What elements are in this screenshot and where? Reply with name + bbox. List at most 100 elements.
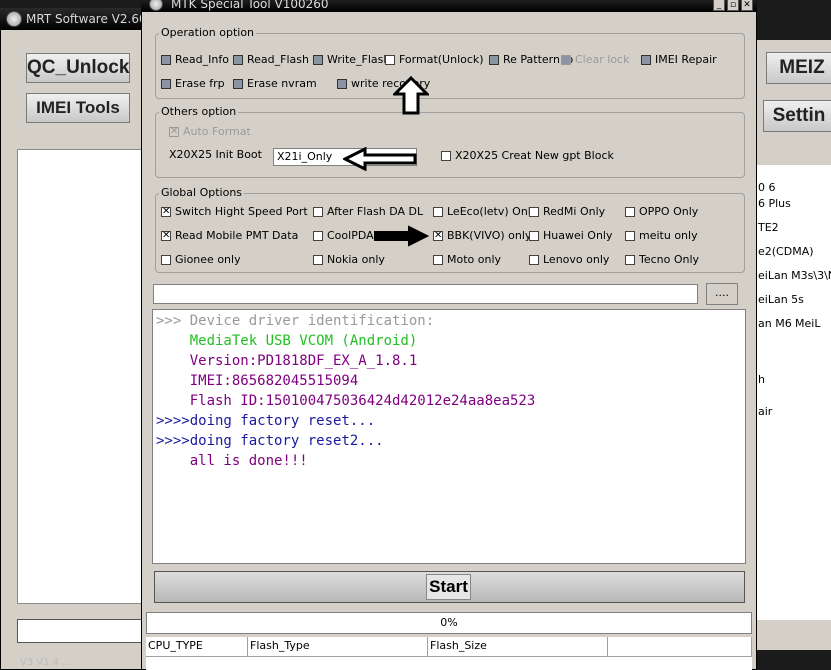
coolpda-checkbox[interactable]: CoolPDA [313, 229, 374, 242]
checkbox-label: Gionee only [175, 253, 241, 266]
checkbox-icon [385, 54, 395, 65]
meitu-only-checkbox[interactable]: meitu only [625, 229, 698, 242]
up-arrow-annotation-icon [393, 76, 429, 115]
model-item: MeiL [795, 317, 821, 330]
checkbox-label: Moto only [447, 253, 502, 266]
checkbox-label: RedMi Only [543, 205, 606, 218]
browse-button[interactable]: .... [706, 283, 738, 305]
log-line: >>>>doing factory reset2... [156, 433, 384, 449]
checkbox-icon [625, 254, 635, 265]
moto-only-checkbox[interactable]: Moto only [433, 253, 501, 266]
checkbox-label: meitu only [639, 229, 698, 242]
checkbox-icon [433, 206, 443, 217]
checkbox-label: Nokia only [327, 253, 385, 266]
checkbox-icon [337, 78, 347, 89]
maximize-icon[interactable]: ▫ [727, 0, 739, 11]
checkbox-label: Write_Flash [327, 53, 391, 66]
checkbox-icon [625, 206, 635, 217]
group-label: Others option [159, 105, 239, 118]
erase-frp-checkbox[interactable]: Erase frp [161, 77, 225, 90]
checkbox-icon [233, 54, 243, 65]
checkbox-label: IMEI Repair [655, 53, 717, 66]
read-flash-checkbox[interactable]: Read_Flash [233, 53, 309, 66]
log-line: Flash ID:150100475036424d42012e24aa8ea52… [156, 393, 536, 409]
checkbox-label: Huawei Only [543, 229, 613, 242]
checkbox-icon [529, 254, 539, 265]
background-titlebar: MRT Software V2.60 [0, 8, 160, 30]
left-arrow-annotation-icon [343, 147, 417, 171]
checkbox-label: X20X25 Creat New gpt Block [455, 149, 614, 162]
imei-tools-button[interactable]: IMEI Tools [26, 93, 130, 123]
checkbox-label: Read_Info [175, 53, 229, 66]
imei-repair-checkbox[interactable]: IMEI Repair [641, 53, 717, 66]
checkbox-icon [313, 54, 323, 65]
nokia-only-checkbox[interactable]: Nokia only [313, 253, 385, 266]
app-icon [6, 11, 22, 27]
checkbox-label: CoolPDA [327, 229, 374, 242]
table-header-cpu-type[interactable]: CPU_TYPE [146, 637, 248, 657]
model-item: 6 Plus [758, 197, 791, 210]
checkbox-icon [489, 54, 499, 65]
group-label: Operation option [159, 26, 257, 39]
checkbox-label: Clear lock [575, 53, 630, 66]
minimize-icon[interactable]: _ [713, 0, 725, 11]
others-option-group: Others option [155, 105, 745, 178]
meizu-button[interactable]: MEIZ [766, 52, 831, 84]
checkbox-icon [625, 230, 635, 241]
checkbox-icon [161, 205, 171, 219]
log-line: Version:PD1818DF_EX_A_1.8.1 [156, 353, 418, 369]
table-header-empty[interactable] [608, 637, 752, 657]
model-item: eiLan 5s [758, 293, 804, 306]
checkbox-label: BBK(VIVO) only [447, 229, 532, 242]
start-button-label[interactable]: Start [426, 574, 471, 600]
write-flash-checkbox[interactable]: Write_Flash [313, 53, 390, 66]
checkbox-icon [441, 150, 451, 161]
checkbox-label: Switch Hight Speed Port [175, 205, 308, 218]
switch-high-speed-checkbox[interactable]: Switch Hight Speed Port [161, 205, 308, 219]
qc-unlock-button[interactable]: QC_Unlock [26, 53, 130, 83]
read-pmt-checkbox[interactable]: Read Mobile PMT Data [161, 229, 298, 243]
init-boot-value: X21i_Only [277, 150, 333, 163]
checkbox-icon [641, 54, 651, 65]
format-unlock-checkbox[interactable]: Format(Unlock) [385, 53, 484, 66]
checkbox-icon [313, 254, 323, 265]
init-boot-label: X20X25 Init Boot [169, 148, 262, 161]
redmi-only-checkbox[interactable]: RedMi Only [529, 205, 605, 218]
checkbox-icon [433, 254, 443, 265]
close-icon[interactable]: ✕ [741, 0, 753, 11]
settings-button[interactable]: Settin [763, 100, 831, 132]
model-item: air [758, 405, 773, 418]
checkbox-icon [161, 54, 171, 65]
background-title: MRT Software V2.60 [26, 12, 147, 26]
gpt-block-checkbox[interactable]: X20X25 Creat New gpt Block [441, 149, 614, 162]
lenovo-only-checkbox[interactable]: Lenovo only [529, 253, 609, 266]
background-log-panel [17, 149, 143, 604]
erase-nvram-checkbox[interactable]: Erase nvram [233, 77, 317, 90]
table-header-flash-size[interactable]: Flash_Size [428, 637, 608, 657]
log-line: IMEI:865682045515094 [156, 373, 359, 389]
table-header-flash-type[interactable]: Flash_Type [248, 637, 428, 657]
main-titlebar: MTK Special Tool V100260 _ ▫ ✕ [141, 0, 757, 12]
file-path-input[interactable] [153, 284, 698, 304]
checkbox-label: Erase nvram [247, 77, 317, 90]
background-status-text: V3 V1.4 ... [20, 657, 72, 668]
background-input[interactable] [17, 619, 143, 643]
app-icon [149, 0, 163, 11]
read-info-checkbox[interactable]: Read_Info [161, 53, 229, 66]
model-item: h [758, 373, 765, 386]
model-item: TE2 [758, 221, 779, 234]
oppo-only-checkbox[interactable]: OPPO Only [625, 205, 698, 218]
checkbox-icon [313, 230, 323, 241]
log-line: all is done!!! [156, 453, 308, 469]
tecno-only-checkbox[interactable]: Tecno Only [625, 253, 699, 266]
after-flash-da-checkbox[interactable]: After Flash DA DL [313, 205, 423, 218]
clear-lock-checkbox: Clear lock [561, 53, 629, 66]
checkbox-label: Erase frp [175, 77, 225, 90]
bbk-vivo-only-checkbox[interactable]: BBK(VIVO) only [433, 229, 532, 243]
gionee-only-checkbox[interactable]: Gionee only [161, 253, 241, 266]
model-item: 0 6 [758, 181, 776, 194]
checkbox-label: OPPO Only [639, 205, 699, 218]
huawei-only-checkbox[interactable]: Huawei Only [529, 229, 613, 242]
model-item: eiLan M3s\3\NC [758, 269, 831, 282]
leeco-only-checkbox[interactable]: LeEco(letv) Only [433, 205, 537, 218]
